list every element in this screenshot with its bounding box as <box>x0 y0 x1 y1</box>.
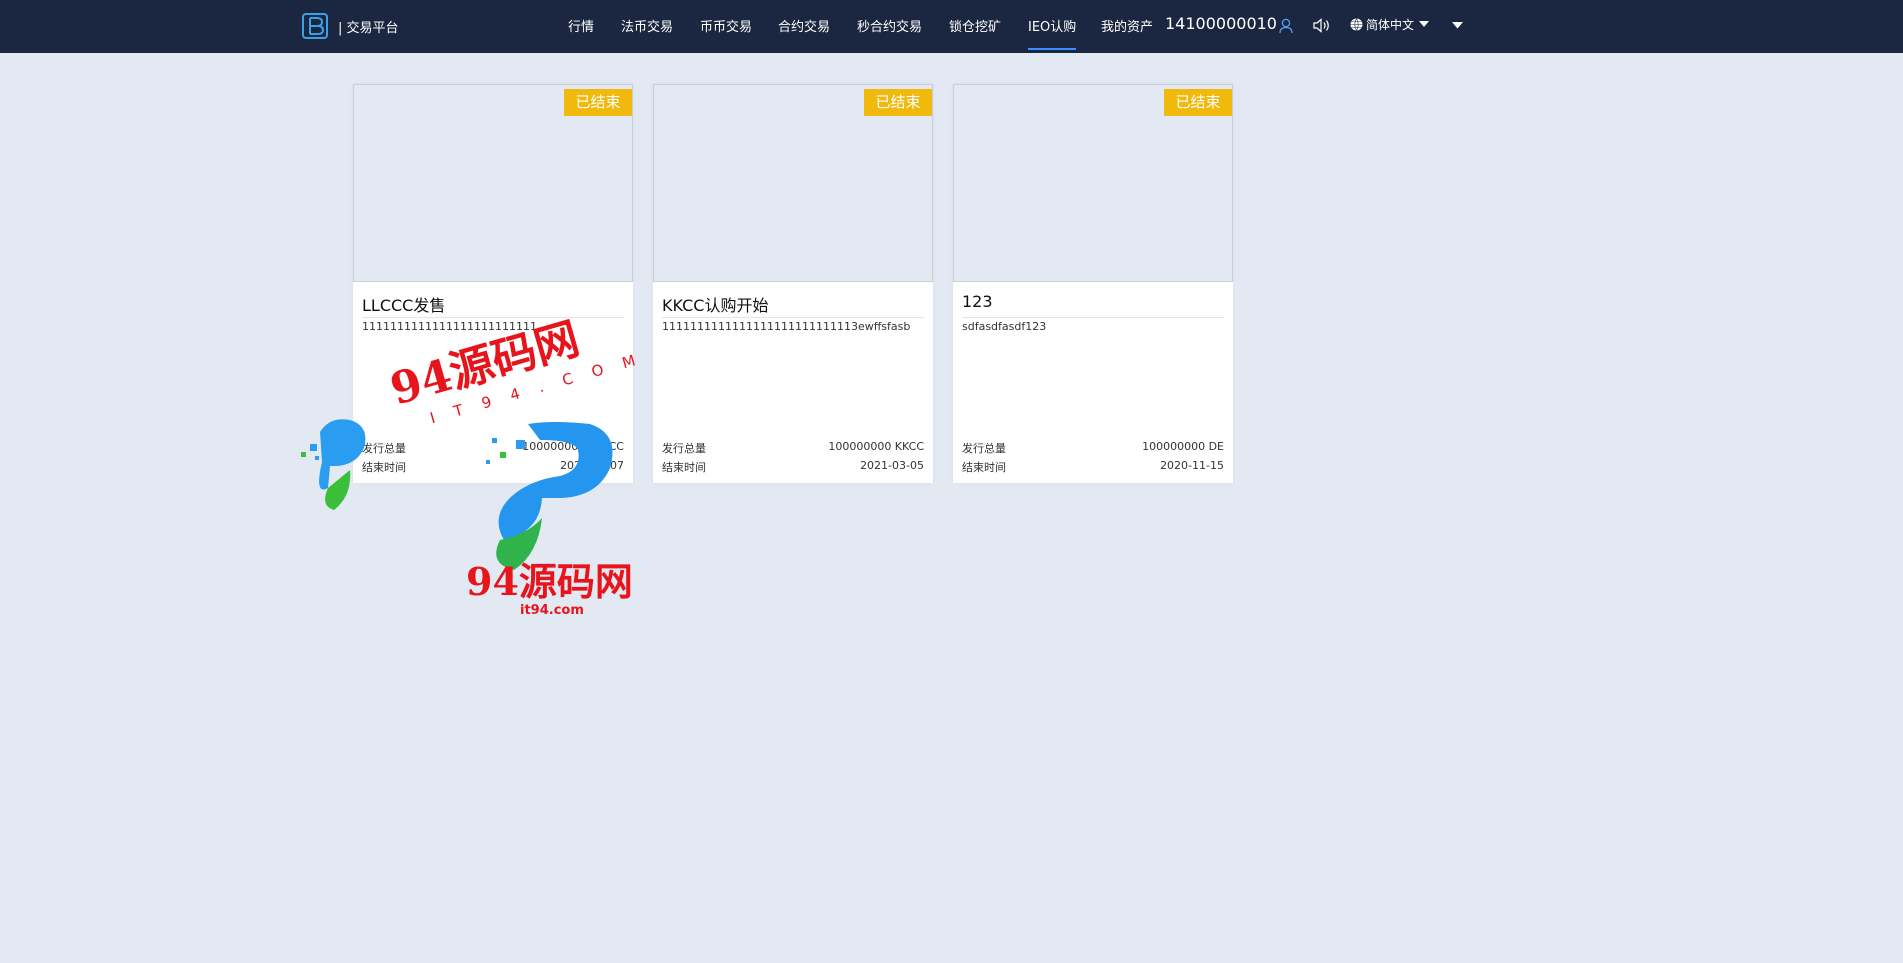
end-time-value: 2021-03-05 <box>860 459 924 472</box>
total-supply-label: 发行总量 <box>662 442 706 455</box>
card-title[interactable]: 123 <box>962 292 1224 318</box>
total-supply-value: 100000000 DE <box>1142 440 1224 453</box>
nav-market[interactable]: 行情 <box>568 16 594 35</box>
nav-staking[interactable]: 锁仓挖矿 <box>949 16 1001 35</box>
caret-down-icon[interactable] <box>1452 22 1463 29</box>
logo-icon[interactable] <box>302 12 328 40</box>
ieo-card[interactable]: 已结束 KKCC认购开始 111111111111111111111111111… <box>653 84 933 483</box>
status-badge: 已结束 <box>564 89 632 116</box>
total-supply-row: 发行总量 100000000 DE <box>962 440 1224 456</box>
status-badge: 已结束 <box>1164 89 1232 116</box>
card-description: 1111111111111111111111111113ewffsfasb <box>662 320 911 333</box>
ieo-card[interactable]: 已结束 123 sdfasdfasdf123 发行总量 100000000 DE… <box>953 84 1233 483</box>
nav-my-assets[interactable]: 我的资产 <box>1101 16 1153 35</box>
end-time-row: 结束时间 2020-11-15 <box>962 459 1224 475</box>
total-supply-row: 发行总量 100000000 KKCC <box>662 440 924 456</box>
account-number[interactable]: 14100000010 <box>1165 14 1277 33</box>
watermark-text-bottom: 94源码网 <box>466 559 633 604</box>
nav-ieo[interactable]: IEO认购 <box>1028 16 1077 50</box>
watermark-sub-bottom: it94.com <box>520 603 584 618</box>
card-title[interactable]: LLCCC发售 <box>362 292 624 318</box>
total-supply-value: 100000000 KKCC <box>828 440 924 453</box>
end-time-label: 结束时间 <box>962 461 1006 474</box>
nav-second-contract[interactable]: 秒合约交易 <box>857 16 922 35</box>
nav-contract-trade[interactable]: 合约交易 <box>778 16 830 35</box>
end-time-value: 2020-11-15 <box>1160 459 1224 472</box>
status-badge: 已结束 <box>864 89 932 116</box>
brand-name[interactable]: | 交易平台 <box>338 17 399 36</box>
user-icon[interactable] <box>1279 18 1293 34</box>
end-time-label: 结束时间 <box>662 461 706 474</box>
globe-icon[interactable] <box>1350 18 1363 31</box>
top-navbar: | 交易平台 行情 法币交易 币币交易 合约交易 秒合约交易 锁仓挖矿 IEO认… <box>0 0 1903 53</box>
total-supply-label: 发行总量 <box>962 442 1006 455</box>
volume-icon[interactable] <box>1313 18 1330 33</box>
nav-spot-trade[interactable]: 币币交易 <box>700 16 752 35</box>
language-caret-icon[interactable] <box>1419 21 1429 28</box>
end-time-row: 结束时间 2021-03-05 <box>662 459 924 475</box>
card-title[interactable]: KKCC认购开始 <box>662 292 924 318</box>
language-selector[interactable]: 简体中文 <box>1366 16 1414 33</box>
card-description: sdfasdfasdf123 <box>962 320 1047 333</box>
nav-fiat-trade[interactable]: 法币交易 <box>621 16 673 35</box>
